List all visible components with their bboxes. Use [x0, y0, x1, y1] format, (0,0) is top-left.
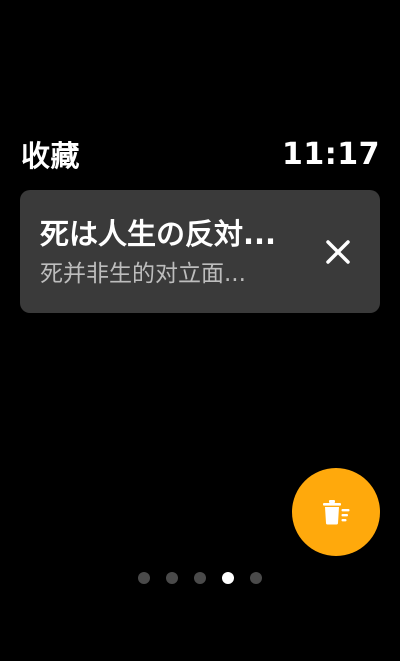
- favorite-item-title: 死は人生の反対...: [40, 216, 277, 251]
- clock-time: 11:17: [282, 136, 380, 172]
- favorite-item-text: 死は人生の反対... 死并非生的对立面...: [40, 214, 308, 290]
- page-dot[interactable]: [166, 572, 178, 584]
- page-title: 收藏: [21, 139, 81, 173]
- close-icon: [326, 239, 350, 264]
- favorites-screen: 收藏 11:17 死は人生の反対... 死并非生的对立面...: [0, 0, 400, 661]
- page-dot[interactable]: [250, 572, 262, 584]
- favorite-item-subtitle: 死并非生的对立面...: [40, 260, 246, 287]
- remove-favorite-button[interactable]: [316, 230, 360, 274]
- clear-all-delete-icon: [323, 500, 350, 525]
- page-dot[interactable]: [194, 572, 206, 584]
- page-indicator: [0, 572, 400, 584]
- page-dot[interactable]: [138, 572, 150, 584]
- clear-all-button[interactable]: [292, 468, 380, 556]
- favorite-item[interactable]: 死は人生の反対... 死并非生的对立面...: [20, 190, 380, 313]
- header: 收藏 11:17: [21, 134, 380, 174]
- page-dot-active[interactable]: [222, 572, 234, 584]
